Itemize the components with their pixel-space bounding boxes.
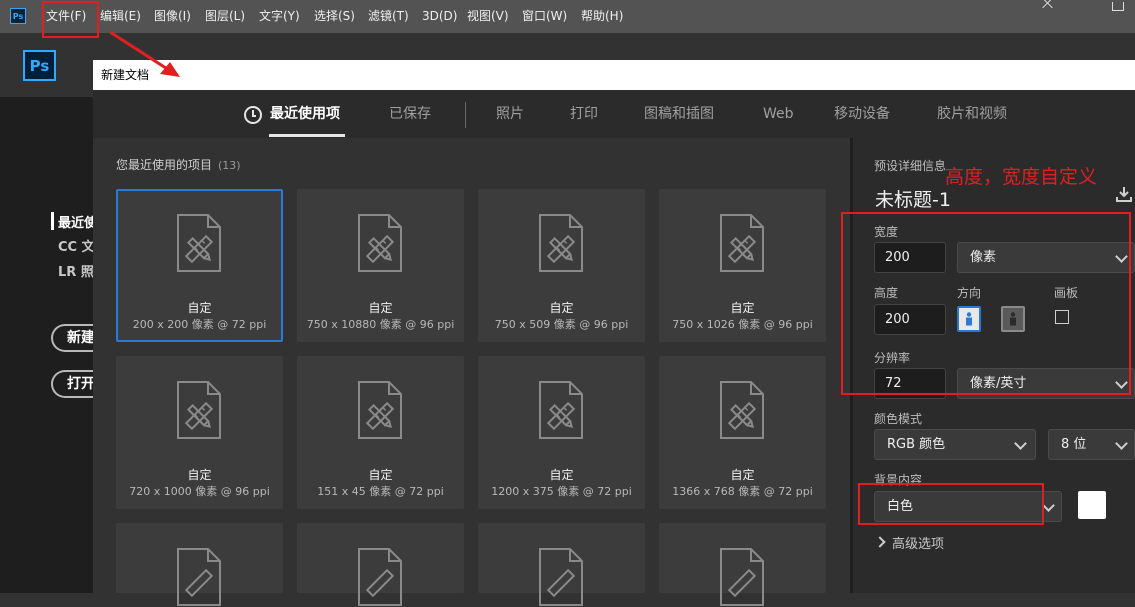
tab-print[interactable]: 打印 [570, 90, 598, 138]
preset-card[interactable] [478, 523, 645, 606]
menu-type[interactable]: 文字(Y) [259, 0, 300, 33]
start-panel [0, 33, 93, 593]
preset-card-dimensions: 750 x 1026 像素 @ 96 ppi [672, 318, 813, 331]
tab-film-video[interactable]: 胶片和视频 [937, 90, 1007, 138]
tab-photo[interactable]: 照片 [496, 90, 524, 138]
document-icon [358, 381, 402, 439]
preset-card[interactable]: 自定 1200 x 375 像素 @ 72 ppi [478, 356, 645, 509]
preset-card[interactable]: 自定 720 x 1000 像素 @ 96 ppi [116, 356, 283, 509]
tab-art-illustration[interactable]: 图稿和插图 [644, 90, 714, 138]
tab-saved[interactable]: 已保存 [389, 90, 431, 138]
color-mode-select[interactable]: RGB 颜色 [874, 429, 1036, 460]
preset-card[interactable]: 自定 750 x 509 像素 @ 96 ppi [478, 189, 645, 342]
document-icon [177, 214, 221, 272]
preset-card-name: 自定 [549, 468, 574, 482]
window-close-icon[interactable] [1040, 0, 1056, 10]
start-nav-cc-files[interactable]: CC 文 [58, 236, 93, 255]
dialog-title: 新建文档 [93, 60, 1135, 90]
document-icon [720, 381, 764, 439]
menu-help[interactable]: 帮助(H) [581, 0, 623, 33]
preset-card[interactable] [297, 523, 464, 606]
preset-card-dimensions: 200 x 200 像素 @ 72 ppi [132, 318, 267, 331]
annotation-highlight-background [858, 483, 1044, 525]
menu-filter[interactable]: 滤镜(T) [368, 0, 409, 33]
background-color-swatch[interactable] [1078, 491, 1106, 519]
document-icon [720, 214, 764, 272]
preset-card-name: 自定 [730, 301, 755, 315]
menu-window[interactable]: 窗口(W) [522, 0, 567, 33]
preset-card-name: 自定 [730, 468, 755, 482]
annotation-note: 高度，宽度自定义 [945, 166, 1098, 188]
preset-details-heading: 预设详细信息 [874, 159, 947, 173]
recent-items-count: (13) [218, 159, 241, 172]
preset-card-dimensions: 750 x 10880 像素 @ 96 ppi [306, 318, 455, 331]
menu-layer[interactable]: 图层(L) [205, 0, 245, 33]
menu-3d[interactable]: 3D(D) [422, 0, 457, 33]
preset-card[interactable]: 自定 750 x 10880 像素 @ 96 ppi [297, 189, 464, 342]
photoshop-logo-icon: Ps [23, 50, 56, 81]
preset-card[interactable]: 自定 151 x 45 像素 @ 72 ppi [297, 356, 464, 509]
start-nav-recent[interactable]: 最近使 [58, 212, 93, 231]
preset-card-dimensions: 1366 x 768 像素 @ 72 ppi [672, 485, 813, 498]
save-preset-icon[interactable] [1116, 186, 1132, 202]
annotation-highlight-file-menu [42, 1, 99, 38]
tab-divider [465, 102, 466, 128]
menu-select[interactable]: 选择(S) [314, 0, 355, 33]
annotation-highlight-dimensions [841, 212, 1131, 395]
preset-card[interactable] [659, 523, 826, 606]
document-icon [539, 381, 583, 439]
preset-card[interactable]: 自定 1366 x 768 像素 @ 72 ppi [659, 356, 826, 509]
preset-card-name: 自定 [549, 301, 574, 315]
advanced-options-toggle[interactable]: 高级选项 [892, 533, 944, 552]
tab-web[interactable]: Web [763, 90, 794, 138]
document-icon [539, 214, 583, 272]
color-mode-label: 颜色模式 [874, 412, 923, 426]
start-nav-lr-photos[interactable]: LR 照 [58, 261, 93, 280]
preset-card-name: 自定 [368, 301, 393, 315]
menu-bar: Ps 文件(F) 编辑(E) 图像(I) 图层(L) 文字(Y) 选择(S) 滤… [0, 0, 1135, 33]
document-icon [358, 548, 402, 606]
tab-recent[interactable]: 最近使用项 [270, 90, 340, 138]
preset-card-dimensions: 151 x 45 像素 @ 72 ppi [317, 485, 444, 498]
document-icon [177, 548, 221, 606]
start-nav-active-marker [51, 212, 54, 230]
clock-icon [244, 106, 262, 124]
new-button[interactable]: 新建 [51, 324, 93, 352]
active-tab-underline [269, 134, 345, 137]
window-restore-icon[interactable] [1112, 2, 1124, 11]
menu-edit[interactable]: 编辑(E) [100, 0, 141, 33]
menu-view[interactable]: 视图(V) [467, 0, 509, 33]
document-icon [358, 214, 402, 272]
recent-items-heading: 您最近使用的项目 (13) [116, 158, 241, 172]
preset-card-name: 自定 [187, 301, 212, 315]
preset-card[interactable]: 自定 750 x 1026 像素 @ 96 ppi [659, 189, 826, 342]
document-icon [539, 548, 583, 606]
menu-image[interactable]: 图像(I) [154, 0, 191, 33]
document-icon [177, 381, 221, 439]
preset-card-name: 自定 [368, 468, 393, 482]
preset-card-dimensions: 750 x 509 像素 @ 96 ppi [494, 318, 629, 331]
preset-card[interactable] [116, 523, 283, 606]
preset-card-name: 自定 [187, 468, 212, 482]
document-icon [720, 548, 764, 606]
preset-card-dimensions: 1200 x 375 像素 @ 72 ppi [491, 485, 632, 498]
photoshop-app-icon: Ps [10, 8, 26, 24]
tab-mobile[interactable]: 移动设备 [834, 90, 890, 138]
preset-card-dimensions: 720 x 1000 像素 @ 96 ppi [129, 485, 270, 498]
document-name[interactable]: 未标题-1 [875, 185, 951, 212]
preset-card[interactable]: 自定 200 x 200 像素 @ 72 ppi [116, 189, 283, 342]
open-button[interactable]: 打开 [51, 370, 93, 398]
